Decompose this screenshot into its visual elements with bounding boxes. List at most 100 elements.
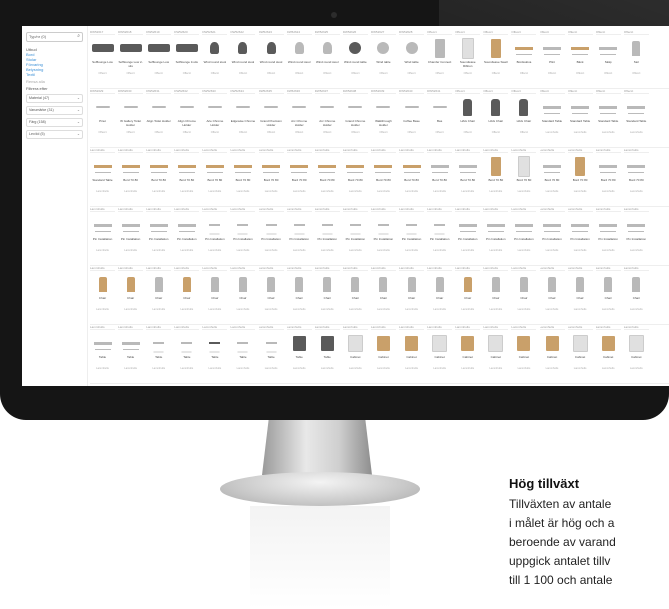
product-card[interactable]: Lammhults Bord 70 80 Lammhults [623,148,649,206]
product-card[interactable]: Offecct Standard Table Lammhults [539,89,565,147]
product-card[interactable]: DW52620 Sofflounge 3-sits Offecct [174,30,200,88]
product-card[interactable]: Lammhults Pin Installation Lammhults [342,207,368,265]
product-card[interactable]: Lammhults Bord 70 80 Lammhults [483,148,509,206]
product-card[interactable]: Lammhults Bord 70 80 Lammhults [146,148,172,206]
product-card[interactable]: DW52629 Pinut Offecct [90,89,115,147]
filter-dropdown[interactable]: Färg (158) ⌄ [26,118,83,127]
product-card[interactable]: Lammhults Bord 70 80 Lammhults [399,148,425,206]
product-card[interactable]: Lammhults Chair Lammhults [623,266,649,324]
product-card[interactable]: Lammhults Pin Installation Lammhults [146,207,172,265]
product-card[interactable]: Offecct Chamfer Connect Offecct [427,30,453,88]
product-card[interactable]: Lammhults Pin Installation Lammhults [511,207,537,265]
product-card[interactable]: Offecct Standard Table Lammhults [623,89,649,147]
product-card[interactable]: DW52625 Wind round stool Offecct [314,30,340,88]
product-card[interactable]: Lammhults Bord 70 80 Lammhults [427,148,453,206]
product-card[interactable]: Lammhults Cabinet Lammhults [623,325,649,383]
product-card[interactable]: DW52635 Grand Precision Holder Offecct [258,89,284,147]
product-card[interactable]: Lammhults Chair Lammhults [399,266,425,324]
product-card[interactable]: DW52637 Arc Chrome Holder Offecct [314,89,340,147]
product-card[interactable]: Lammhults Pin Installation Lammhults [595,207,621,265]
product-card[interactable]: Lammhults Cabinet Lammhults [567,325,593,383]
product-card[interactable]: Lammhults Pin Installation Lammhults [258,207,284,265]
product-card[interactable]: Lammhults Table Lammhults [118,325,144,383]
product-card[interactable]: DW52639 Walkthrough Holder Offecct [370,89,396,147]
product-card[interactable]: Lammhults Bord 70 80 Lammhults [342,148,368,206]
product-card[interactable]: Lammhults Pin Installation Lammhults [314,207,340,265]
product-card[interactable]: Lammhults Standard Table Lammhults [90,148,115,206]
product-card[interactable]: Lammhults Chair Lammhults [118,266,144,324]
product-card[interactable]: Lammhults Cabinet Lammhults [342,325,368,383]
product-card[interactable]: Lammhults Pin Installation Lammhults [399,207,425,265]
product-card[interactable]: Lammhults Bord 70 80 Lammhults [595,148,621,206]
product-card[interactable]: DW52631 Align Toilet Holder Offecct [146,89,172,147]
product-card[interactable]: Lammhults Table Lammhults [202,325,228,383]
product-card[interactable]: Lammhults Pin Installation Lammhults [230,207,256,265]
filter-dropdown[interactable]: Material (47) ⌄ [26,94,83,103]
product-card[interactable]: Lammhults Bord 70 80 Lammhults [539,148,565,206]
product-card[interactable]: Lammhults Chair Lammhults [90,266,115,324]
product-card[interactable]: DW52641 Bas Offecct [427,89,453,147]
product-card[interactable]: Lammhults Pin Installation Lammhults [623,207,649,265]
product-card[interactable]: Lammhults Chair Lammhults [314,266,340,324]
product-card[interactable]: Lammhults Cabinet Lammhults [427,325,453,383]
product-card[interactable]: Lammhults Table Lammhults [90,325,115,383]
clear-filters-link[interactable]: Rensa alla [26,79,83,84]
product-card[interactable]: Offecct Bordsskiva Offecct [511,30,537,88]
product-card[interactable]: DW52617 Sofflounge Low Offecct [90,30,115,88]
product-card[interactable]: Lammhults Bord 70 80 Lammhults [286,148,312,206]
product-card[interactable]: DW52630 W Gallery Toilet Holder Offecct [118,89,144,147]
category-link[interactable]: Textil [26,72,83,77]
search-input[interactable]: Typ/nr (0) ⌕ [26,32,83,42]
product-card[interactable]: Lammhults Chair Lammhults [483,266,509,324]
product-card[interactable]: Lammhults Table Lammhults [174,325,200,383]
product-card[interactable]: Lammhults Chair Lammhults [595,266,621,324]
product-card[interactable]: Lammhults Pin Installation Lammhults [118,207,144,265]
product-card[interactable]: Lammhults Pin Installation Lammhults [174,207,200,265]
product-card[interactable]: DW52640 Coffee Base Offecct [399,89,425,147]
product-card[interactable]: Lammhults Table Lammhults [286,325,312,383]
product-card[interactable]: DW52628 Wind table Offecct [399,30,425,88]
product-card[interactable]: Lammhults Chair Lammhults [539,266,565,324]
product-card[interactable]: Lammhults Chair Lammhults [342,266,368,324]
product-card[interactable]: Lammhults Pin Installation Lammhults [90,207,115,265]
product-card[interactable]: Lammhults Chair Lammhults [146,266,172,324]
product-card[interactable]: DW52638 Grand Chrome Holder Offecct [342,89,368,147]
product-card[interactable]: DW52634 Edgewise Chrome Offecct [230,89,256,147]
product-card[interactable]: DW52622 Wind round stool Offecct [230,30,256,88]
product-card[interactable]: Lammhults Bord 70 80 Lammhults [511,148,537,206]
product-card[interactable]: Lammhults Pin Installation Lammhults [483,207,509,265]
product-card[interactable]: Offecct HAG Chair Offecct [455,89,481,147]
product-card[interactable]: Lammhults Bord 70 80 Lammhults [258,148,284,206]
product-card[interactable]: Lammhults Table Lammhults [258,325,284,383]
product-card[interactable]: Lammhults Pin Installation Lammhults [370,207,396,265]
product-card[interactable]: Lammhults Cabinet Lammhults [595,325,621,383]
product-card[interactable]: DW52624 Wind round stool Offecct [286,30,312,88]
product-card[interactable]: Lammhults Pin Installation Lammhults [427,207,453,265]
product-card[interactable]: Lammhults Chair Lammhults [427,266,453,324]
product-card[interactable]: Lammhults Pin Installation Lammhults [202,207,228,265]
product-card[interactable]: DW52621 Wind round stool Offecct [202,30,228,88]
product-card[interactable]: Offecct Stol Offecct [623,30,649,88]
product-card[interactable]: Lammhults Chair Lammhults [455,266,481,324]
product-card[interactable]: Lammhults Bord 70 80 Lammhults [202,148,228,206]
product-card[interactable]: Offecct Skåp Offecct [595,30,621,88]
product-card[interactable]: Lammhults Cabinet Lammhults [511,325,537,383]
product-card[interactable]: DW52618 Sofflounge Low 2-sits Offecct [118,30,144,88]
product-card[interactable]: Lammhults Pin Installation Lammhults [286,207,312,265]
product-card[interactable]: Lammhults Bord 70 80 Lammhults [230,148,256,206]
product-card[interactable]: Lammhults Bord 70 80 Lammhults [567,148,593,206]
product-card[interactable]: Lammhults Bord 70 80 Lammhults [174,148,200,206]
product-card[interactable]: Lammhults Cabinet Lammhults [370,325,396,383]
product-card[interactable]: Lammhults Bord 70 80 Lammhults [455,148,481,206]
product-card[interactable]: Lammhults Table Lammhults [230,325,256,383]
product-card[interactable]: Lammhults Chair Lammhults [258,266,284,324]
product-card[interactable]: DW52636 Arc Chrome Holder Offecct [286,89,312,147]
product-card[interactable]: DW52627 Wind table Offecct [370,30,396,88]
filter-dropdown[interactable]: Lev.tid (5) ⌄ [26,130,83,139]
product-card[interactable]: Lammhults Cabinet Lammhults [455,325,481,383]
product-card[interactable]: Lammhults Chair Lammhults [286,266,312,324]
product-card[interactable]: Offecct Soundwave Swell Offecct [483,30,509,88]
product-card[interactable]: DW52632 Align Chrome Holder Offecct [174,89,200,147]
product-card[interactable]: Lammhults Bord 70 80 Lammhults [370,148,396,206]
product-card[interactable]: Offecct HAG Chair Offecct [483,89,509,147]
